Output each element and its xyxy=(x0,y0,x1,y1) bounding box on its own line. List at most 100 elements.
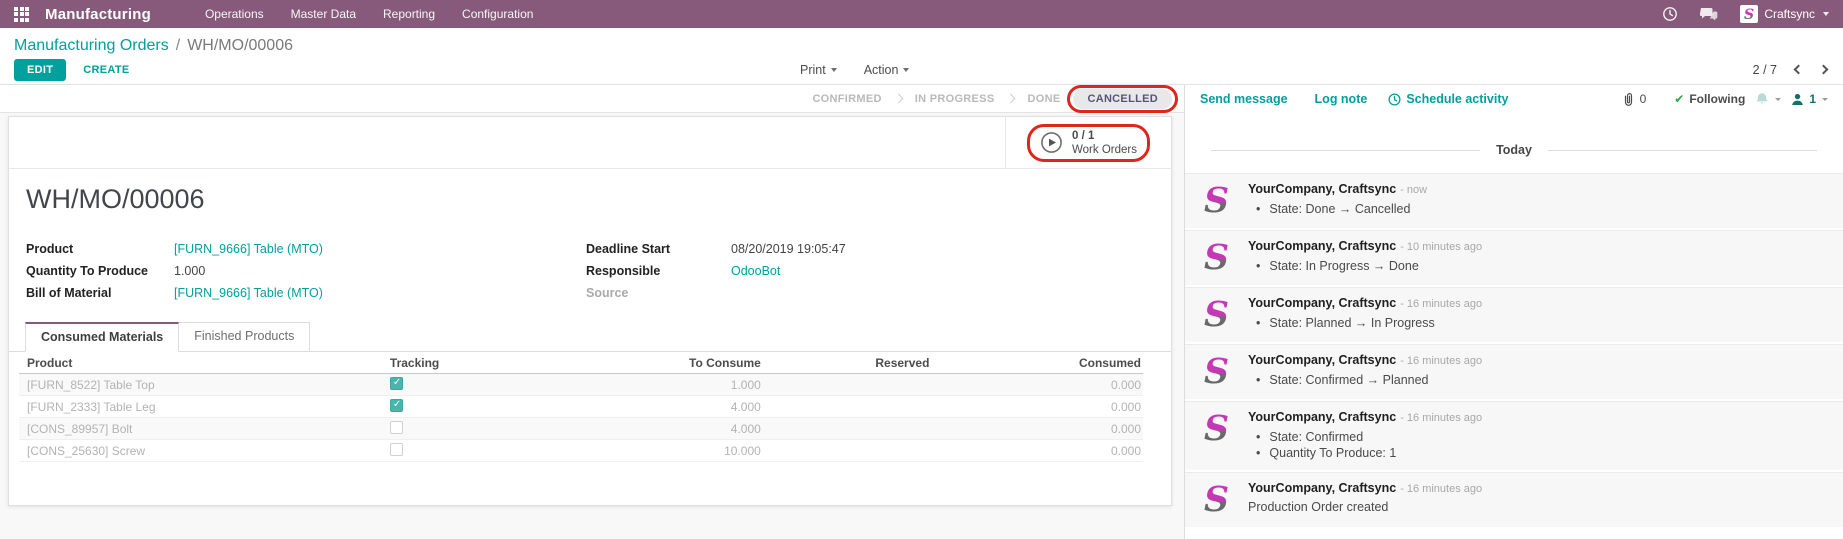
user-menu[interactable]: S Craftsync xyxy=(1740,5,1829,23)
systray: S Craftsync xyxy=(1662,5,1829,23)
apps-menu-icon[interactable] xyxy=(14,7,29,22)
print-dropdown[interactable]: Print xyxy=(800,63,837,77)
tracking-checkbox[interactable] xyxy=(390,443,403,456)
tracking-checkbox[interactable] xyxy=(390,377,403,390)
state-cancelled-active[interactable]: CANCELLED xyxy=(1073,89,1172,109)
company-avatar: S xyxy=(1198,410,1235,447)
message-time: - 16 minutes ago xyxy=(1400,298,1482,310)
send-message-button[interactable]: Send message xyxy=(1200,92,1288,106)
follower-count: 1 xyxy=(1809,92,1816,106)
menu-master-data[interactable]: Master Data xyxy=(291,7,356,21)
company-avatar: S xyxy=(1198,296,1235,333)
field-value-product[interactable]: [FURN_9666] Table (MTO) xyxy=(174,242,323,257)
consumed-materials-table: Product Tracking To Consume Reserved Con… xyxy=(19,352,1143,462)
message-line: State: In Progress → Done xyxy=(1256,258,1482,274)
table-row[interactable]: [FURN_8522] Table Top 1.000 0.000 xyxy=(19,374,1143,396)
create-button[interactable]: CREATE xyxy=(83,64,129,76)
center-actions: Print Action xyxy=(800,55,909,84)
message-line: State: Done → Cancelled xyxy=(1256,201,1427,217)
field-label-bom: Bill of Material xyxy=(26,286,174,301)
cell-consumed: 0.000 xyxy=(929,400,1143,414)
message-time: - 16 minutes ago xyxy=(1400,483,1482,495)
chatter-message: S YourCompany, Craftsync- 10 minutes ago… xyxy=(1185,230,1843,285)
attachments-button[interactable]: 0 xyxy=(1622,92,1647,107)
field-value-quantity: 1.000 xyxy=(174,264,205,279)
action-dropdown[interactable]: Action xyxy=(864,63,910,77)
message-line: Production Order created xyxy=(1248,500,1482,514)
message-author[interactable]: YourCompany, Craftsync xyxy=(1248,182,1396,196)
message-author[interactable]: YourCompany, Craftsync xyxy=(1248,353,1396,367)
svg-text:S: S xyxy=(1744,7,1754,22)
tracking-checkbox[interactable] xyxy=(390,399,403,412)
mo-title: WH/MO/00006 xyxy=(26,184,1171,215)
cell-to-consume: 10.000 xyxy=(592,444,761,458)
table-row[interactable]: [CONS_25630] Screw 10.000 0.000 xyxy=(19,440,1143,462)
chatter-message: S YourCompany, Craftsync- 16 minutes ago… xyxy=(1185,344,1843,399)
work-orders-label: Work Orders xyxy=(1072,144,1137,156)
activities-icon[interactable] xyxy=(1662,6,1678,22)
message-line: State: Confirmed → Planned xyxy=(1256,372,1482,388)
table-row[interactable]: [FURN_2333] Table Leg 4.000 0.000 xyxy=(19,396,1143,418)
user-name: Craftsync xyxy=(1764,7,1815,21)
pager-counter: 2 / 7 xyxy=(1753,63,1777,77)
record-pager: 2 / 7 xyxy=(1753,55,1827,84)
svg-text:S: S xyxy=(1204,239,1229,276)
odoo-app-window: Manufacturing Operations Master Data Rep… xyxy=(0,0,1843,539)
message-line: State: Confirmed xyxy=(1256,429,1482,445)
following-button[interactable]: ✔ Following xyxy=(1674,92,1745,106)
chatter-message: S YourCompany, Craftsync - 16 minutes ago… xyxy=(1185,287,1843,342)
play-icon xyxy=(1040,131,1063,154)
breadcrumb-parent-link[interactable]: Manufacturing Orders xyxy=(14,37,169,55)
cell-product: [FURN_8522] Table Top xyxy=(19,378,390,392)
tab-consumed-materials[interactable]: Consumed Materials xyxy=(25,322,179,352)
message-author[interactable]: YourCompany, Craftsync xyxy=(1248,296,1396,310)
message-time: - 16 minutes ago xyxy=(1400,355,1482,367)
message-list: S YourCompany, Craftsync- now State: Don… xyxy=(1185,173,1843,529)
company-avatar: S xyxy=(1198,481,1235,518)
message-author[interactable]: YourCompany, Craftsync xyxy=(1248,481,1396,495)
button-box: 0 / 1 Work Orders xyxy=(9,117,1171,169)
field-value-responsible[interactable]: OdooBot xyxy=(731,264,780,279)
menu-reporting[interactable]: Reporting xyxy=(383,7,435,21)
message-author[interactable]: YourCompany, Craftsync xyxy=(1248,239,1396,253)
tab-finished-products[interactable]: Finished Products xyxy=(179,322,310,352)
work-orders-stat-button[interactable]: 0 / 1 Work Orders xyxy=(1005,117,1171,168)
table-row[interactable]: [CONS_89957] Bolt 4.000 0.000 xyxy=(19,418,1143,440)
message-time: - 16 minutes ago xyxy=(1400,412,1482,424)
subscription-bell-button[interactable] xyxy=(1755,92,1781,106)
chatter-message: S YourCompany, Craftsync - 16 minutes ago… xyxy=(1185,472,1843,527)
state-in-progress[interactable]: IN PROGRESS xyxy=(915,93,995,105)
form-sheet: 0 / 1 Work Orders WH/MO/00006 Product[FU… xyxy=(8,116,1172,506)
chatter-message: S YourCompany, Craftsync - 16 minutes ago… xyxy=(1185,401,1843,470)
schedule-activity-button[interactable]: Schedule activity xyxy=(1388,92,1508,106)
chevron-down-icon xyxy=(831,68,837,72)
followers-button[interactable]: 1 xyxy=(1791,92,1828,106)
state-confirmed[interactable]: CONFIRMED xyxy=(812,93,881,105)
message-line: State: Planned → In Progress xyxy=(1256,315,1482,331)
pager-next-icon[interactable] xyxy=(1819,65,1829,75)
field-label-product: Product xyxy=(26,242,174,257)
field-value-deadline: 08/20/2019 19:05:47 xyxy=(731,242,846,257)
company-avatar: S xyxy=(1198,182,1235,219)
edit-button[interactable]: EDIT xyxy=(14,59,66,81)
pager-previous-icon[interactable] xyxy=(1794,65,1804,75)
chatter-toolbar: Send message Log note Schedule activity … xyxy=(1185,85,1843,113)
discuss-icon[interactable] xyxy=(1700,7,1718,22)
statusbar-arrow-icon xyxy=(1006,94,1016,104)
chatter: Send message Log note Schedule activity … xyxy=(1185,85,1843,539)
control-panel: EDIT CREATE Print Action 2 / 7 xyxy=(0,55,1843,85)
menu-operations[interactable]: Operations xyxy=(205,7,264,21)
work-orders-annotation: 0 / 1 Work Orders xyxy=(1036,127,1141,159)
log-note-button[interactable]: Log note xyxy=(1315,92,1368,106)
chevron-down-icon xyxy=(903,68,909,72)
cell-product: [CONS_25630] Screw xyxy=(19,444,390,458)
state-done[interactable]: DONE xyxy=(1027,93,1060,105)
chevron-down-icon xyxy=(1822,98,1828,101)
svg-text:S: S xyxy=(1204,182,1229,219)
cell-product: [CONS_89957] Bolt xyxy=(19,422,390,436)
menu-configuration[interactable]: Configuration xyxy=(462,7,533,21)
message-author[interactable]: YourCompany, Craftsync xyxy=(1248,410,1396,424)
tracking-checkbox[interactable] xyxy=(390,421,403,434)
col-to-consume: To Consume xyxy=(592,356,761,370)
field-value-bom[interactable]: [FURN_9666] Table (MTO) xyxy=(174,286,323,301)
